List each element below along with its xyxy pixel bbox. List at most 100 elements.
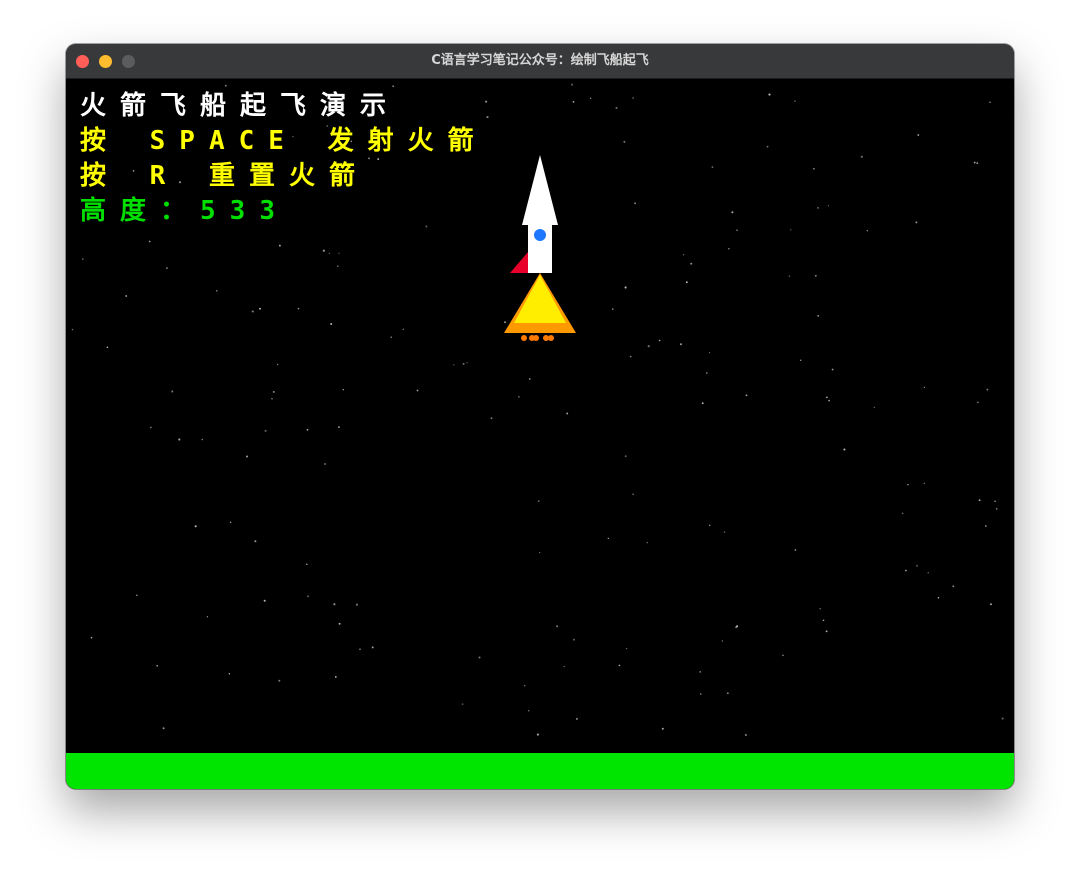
star — [135, 594, 138, 597]
star — [990, 603, 992, 606]
star — [624, 455, 627, 458]
rocket-fin — [510, 252, 528, 273]
star — [916, 565, 918, 567]
star — [923, 386, 926, 389]
star — [162, 727, 165, 730]
ground — [66, 753, 1014, 789]
star — [768, 93, 771, 96]
star — [736, 625, 739, 628]
star — [624, 286, 627, 289]
star — [976, 162, 979, 164]
star — [782, 654, 784, 657]
star — [825, 630, 828, 633]
star — [682, 254, 685, 256]
star — [711, 166, 714, 168]
star — [392, 85, 395, 88]
star — [822, 619, 825, 622]
star — [228, 672, 231, 675]
star — [478, 656, 481, 659]
star — [224, 84, 227, 87]
star — [246, 455, 248, 458]
exhaust-spark — [521, 335, 527, 341]
star — [923, 482, 925, 484]
rocket-sprite — [504, 155, 576, 341]
star — [701, 402, 704, 405]
star — [937, 597, 940, 599]
star — [826, 396, 828, 399]
window-title: C语言学习笔记公众号：绘制飞船起飞 — [431, 53, 649, 68]
star — [536, 733, 539, 736]
star — [721, 640, 723, 642]
star — [827, 205, 830, 207]
hud-title: 火箭飞船起飞演示 — [80, 91, 401, 121]
star — [322, 249, 325, 252]
star — [607, 537, 609, 540]
rocket-nose — [522, 155, 558, 225]
star — [490, 417, 493, 420]
hud-height-value: 533 — [200, 196, 289, 226]
star — [330, 322, 333, 326]
star — [800, 359, 802, 361]
star — [905, 569, 907, 572]
star — [647, 345, 650, 348]
star — [390, 336, 392, 338]
star — [528, 378, 531, 380]
star — [986, 388, 989, 391]
star — [572, 101, 575, 103]
star — [973, 161, 976, 164]
star — [486, 116, 489, 119]
star — [952, 585, 955, 588]
title-bar[interactable]: C语言学习笔记公众号：绘制飞船起飞 — [66, 44, 1014, 79]
star — [575, 717, 578, 720]
star — [995, 507, 998, 510]
star — [828, 399, 830, 402]
star — [736, 229, 738, 232]
star — [278, 679, 281, 682]
star — [368, 157, 370, 160]
star — [528, 710, 530, 712]
star — [556, 625, 559, 628]
star — [679, 343, 682, 346]
star — [632, 493, 634, 496]
star — [461, 703, 464, 705]
hud-launch-hint: 按 SPACE 发射火箭 — [80, 126, 488, 156]
star — [726, 692, 729, 695]
star — [646, 541, 648, 544]
star — [254, 540, 257, 543]
star — [334, 675, 337, 678]
star — [271, 398, 273, 400]
star — [216, 290, 218, 292]
star — [333, 603, 336, 606]
star — [615, 106, 618, 109]
star — [148, 240, 151, 243]
star — [745, 394, 748, 397]
star — [623, 140, 626, 143]
star — [306, 428, 309, 431]
star — [873, 406, 876, 409]
star — [571, 83, 574, 86]
star — [927, 572, 929, 574]
star — [831, 368, 834, 371]
star — [788, 275, 791, 277]
hud-height-readout: 高度：533 — [80, 196, 289, 226]
star — [71, 328, 74, 331]
game-canvas[interactable]: 火箭飞船起飞演示 按 SPACE 发射火箭 按 R 重置火箭 高度：533 — [66, 79, 1014, 789]
star — [251, 310, 254, 313]
star — [337, 426, 340, 429]
star — [178, 438, 181, 441]
star — [814, 274, 817, 277]
star — [324, 463, 326, 465]
star — [377, 158, 380, 161]
star — [82, 258, 84, 260]
star — [402, 328, 405, 331]
star — [272, 390, 275, 393]
star — [171, 390, 174, 393]
star — [425, 225, 428, 228]
star — [485, 100, 488, 103]
star — [297, 307, 300, 310]
star — [794, 100, 796, 102]
star — [690, 262, 693, 265]
star — [723, 531, 726, 533]
star — [106, 346, 109, 349]
star — [355, 603, 358, 606]
